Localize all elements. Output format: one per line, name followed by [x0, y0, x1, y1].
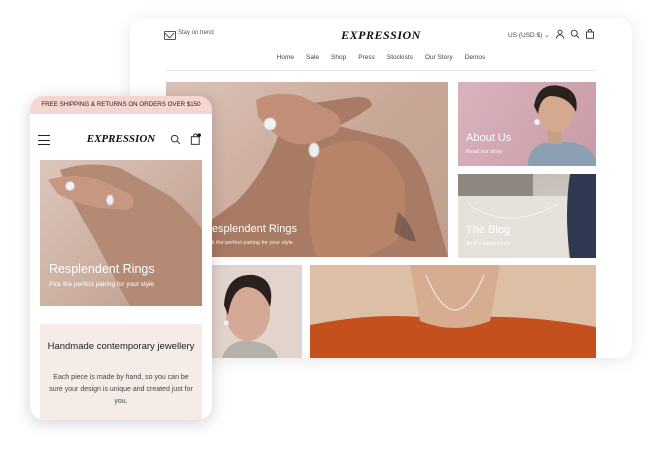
mobile-logo[interactable]: EXPRESSION	[30, 133, 212, 145]
intro-heading: Handmade contemporary jewellery	[47, 341, 195, 352]
necklace-image	[310, 265, 596, 358]
intro-card: Handmade contemporary jewellery Each pie…	[40, 324, 202, 420]
necklace-tile[interactable]	[310, 265, 596, 358]
mobile-hero-subtitle: Pick the perfect pairing for your style	[49, 281, 155, 288]
search-icon[interactable]	[570, 29, 580, 39]
announcement-bar: FREE SHIPPING & RETURNS ON ORDERS OVER $…	[30, 96, 212, 114]
intro-body: Each piece is made by hand, so you can b…	[49, 374, 193, 405]
bag-icon[interactable]	[585, 29, 595, 39]
account-icon[interactable]	[555, 29, 565, 39]
about-tile-subtitle: Read our story	[466, 149, 503, 155]
blog-tile-title: The Blog	[466, 224, 511, 236]
nav-home[interactable]: Home	[277, 54, 294, 61]
blog-tile-subtitle: All the latest news	[466, 241, 511, 247]
nav-our-story[interactable]: Our Story	[425, 54, 453, 61]
nav-demos[interactable]: Demos	[465, 54, 486, 61]
nav-press[interactable]: Press	[358, 54, 375, 61]
desktop-header: Stay on trend EXPRESSION US (USD $) ⌄	[130, 18, 632, 52]
mobile-hero-title: Resplendent Rings	[49, 262, 155, 276]
bag-icon[interactable]	[190, 133, 201, 145]
header-divider	[166, 70, 596, 71]
mobile-preview: FREE SHIPPING & RETURNS ON ORDERS OVER $…	[30, 96, 212, 420]
blog-tile[interactable]: The Blog All the latest news	[458, 174, 596, 258]
currency-label: US (USD $)	[508, 32, 543, 39]
mobile-hero-banner[interactable]: Resplendent Rings Pick the perfect pairi…	[40, 160, 202, 306]
currency-selector[interactable]: US (USD $) ⌄	[508, 31, 550, 39]
search-icon[interactable]	[170, 134, 181, 145]
nav-stockists[interactable]: Stockists	[387, 54, 413, 61]
about-tile[interactable]: About Us Read our story	[458, 82, 596, 166]
hero-tile-subtitle: Pick the perfect pairing for your style	[204, 240, 293, 246]
nav-shop[interactable]: Shop	[331, 54, 346, 61]
about-tile-title: About Us	[466, 132, 512, 144]
chevron-down-icon: ⌄	[544, 32, 550, 39]
nav-sale[interactable]: Sale	[306, 54, 319, 61]
hero-tile-title: Resplendent Rings	[204, 223, 297, 235]
desktop-nav: Home Sale Shop Press Stockists Our Story Demos	[130, 54, 632, 61]
